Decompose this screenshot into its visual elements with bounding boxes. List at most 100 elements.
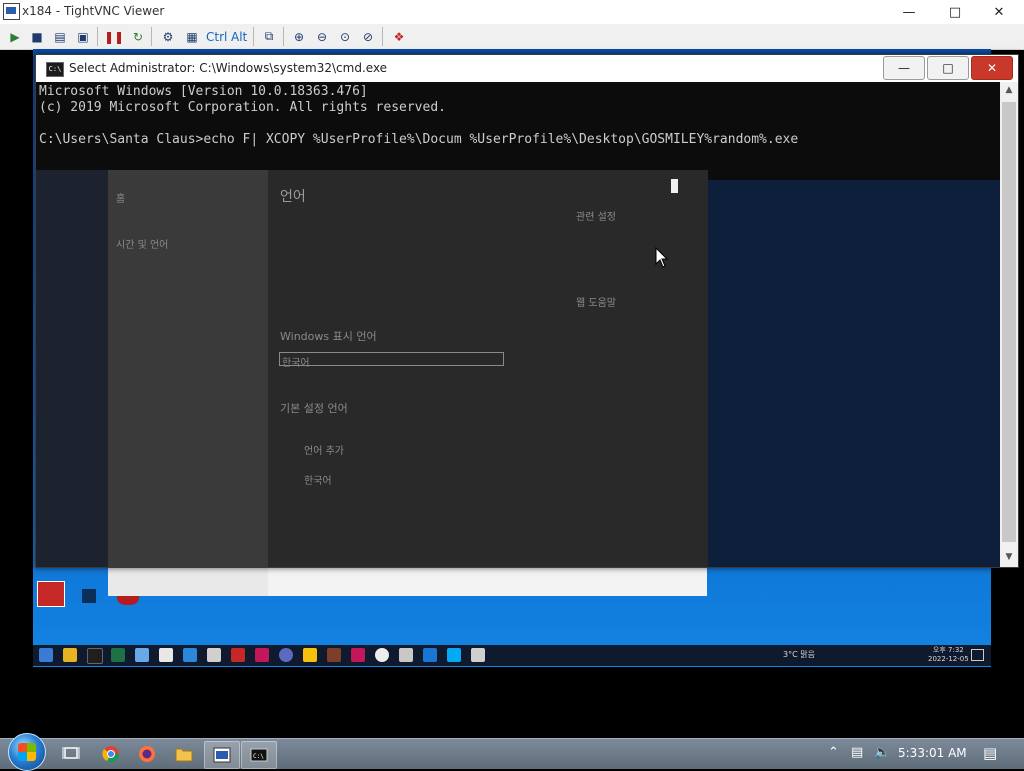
zoom-fit-icon: ⊘ xyxy=(362,29,374,44)
ctrl-alt-del-icon: ⚙ xyxy=(162,29,174,44)
ghost-language-item: 한국어 xyxy=(304,476,332,487)
show-hidden-icons-chevron-icon[interactable]: ⌃ xyxy=(828,745,839,760)
cmd-taskbar-button[interactable]: C:\ xyxy=(241,741,277,769)
app-icon[interactable] xyxy=(399,648,413,662)
cmd-window-title: Select Administrator: C:\Windows\system3… xyxy=(69,61,388,75)
app-icon[interactable] xyxy=(207,648,221,662)
file-explorer-icon[interactable] xyxy=(63,648,77,662)
remote-date: 2022-12-05 xyxy=(928,655,969,663)
cmd-maximize-button[interactable]: □ xyxy=(927,56,969,80)
ghost-add-language: 언어 추가 xyxy=(304,446,344,457)
nc-app-icon[interactable] xyxy=(87,648,103,664)
save-session-button[interactable]: ■ xyxy=(27,27,47,46)
send-ctrl-esc-button[interactable]: ▦ xyxy=(182,27,202,46)
cmd-window: C:\ Select Administrator: C:\Windows\sys… xyxy=(35,54,1019,568)
toolbar-separator xyxy=(97,27,98,46)
chrome-icon[interactable] xyxy=(375,648,389,662)
refresh-button[interactable]: ↻ xyxy=(128,27,148,46)
options-button[interactable]: ▤ xyxy=(50,27,70,46)
folder-icon xyxy=(175,748,193,761)
minimize-icon: — xyxy=(902,4,916,20)
task-view-button[interactable] xyxy=(54,741,88,767)
app-icon[interactable] xyxy=(159,648,173,662)
scroll-down-arrow-icon[interactable]: ▼ xyxy=(1000,549,1018,566)
refresh-icon: ↻ xyxy=(132,29,144,44)
chrome-taskbar-button[interactable] xyxy=(94,741,128,767)
app-icon[interactable] xyxy=(303,648,317,662)
local-taskbar: C:\ ⌃ ▤ 🔈 5:33:01 AM ▤ xyxy=(0,733,1024,771)
ghost-desktop-strip xyxy=(36,170,108,567)
save-icon: ■ xyxy=(31,29,43,44)
cmd-app-icon: C:\ xyxy=(46,62,64,77)
connection-info-button[interactable]: ▣ xyxy=(73,27,93,46)
ghost-settings-window: 홈 시간 및 언어 언어 Windows 표시 언어 한국어 기본 설정 언어 … xyxy=(108,170,708,567)
notification-icon[interactable] xyxy=(971,649,984,661)
remote-clock: 오후 7:32 2022-12-05 xyxy=(928,646,969,664)
scroll-up-arrow-icon[interactable]: ▲ xyxy=(1000,82,1018,99)
zoom-out-button[interactable]: ⊖ xyxy=(312,27,332,46)
desktop-icon[interactable] xyxy=(37,581,65,607)
scrollbar-thumb[interactable] xyxy=(1002,102,1016,542)
app-icon[interactable] xyxy=(423,648,437,662)
ghost-display-language-header: Windows 표시 언어 xyxy=(280,330,377,343)
cmd-minimize-button[interactable]: — xyxy=(883,56,925,80)
console-line: Microsoft Windows [Version 10.0.18363.47… xyxy=(39,84,368,99)
send-ctrl-alt-del-button[interactable]: ⚙ xyxy=(158,27,178,46)
vnc-maximize-button[interactable]: □ xyxy=(932,0,978,24)
remote-time: 오후 7:32 xyxy=(932,646,964,654)
options-icon: ▤ xyxy=(54,29,66,44)
new-connection-button[interactable]: ▶ xyxy=(5,27,25,46)
cmd-close-button[interactable]: ✕ xyxy=(971,56,1013,80)
volume-icon[interactable]: 🔈 xyxy=(874,745,890,760)
app-icon[interactable] xyxy=(255,648,269,662)
app-icon[interactable] xyxy=(351,648,365,662)
app-icon[interactable] xyxy=(279,648,293,662)
app-icon[interactable] xyxy=(183,648,197,662)
firefox-taskbar-button[interactable] xyxy=(130,741,164,767)
app-icon[interactable] xyxy=(327,648,341,662)
clipboard-icon: ⧉ xyxy=(264,29,274,43)
zoom-fit-button[interactable]: ⊘ xyxy=(358,27,378,46)
info-icon: ▣ xyxy=(77,29,89,44)
maximize-icon: □ xyxy=(942,61,954,75)
new-connection-icon: ▶ xyxy=(10,29,20,44)
desktop-icon[interactable] xyxy=(82,589,96,603)
vnc-close-button[interactable]: ✕ xyxy=(976,0,1022,24)
zoom-in-button[interactable]: ⊕ xyxy=(289,27,309,46)
ctrl-key-button[interactable]: Ctrl xyxy=(206,28,227,45)
pause-button[interactable]: ❚❚ xyxy=(104,27,124,46)
maximize-icon: □ xyxy=(948,4,962,20)
minimize-icon: — xyxy=(898,61,910,75)
alt-key-button[interactable]: Alt xyxy=(231,28,247,45)
ghost-web-help: 웹 도움말 xyxy=(576,298,616,309)
fullscreen-button[interactable]: ❖ xyxy=(389,27,409,46)
console-output[interactable]: 홈 시간 및 언어 언어 Windows 표시 언어 한국어 기본 설정 언어 … xyxy=(36,82,1000,567)
local-clock[interactable]: 5:33:01 AM xyxy=(898,746,967,760)
tightvnc-taskbar-button[interactable] xyxy=(204,741,240,769)
remote-weather: 3°C 맑음 xyxy=(783,650,815,659)
app-icon[interactable] xyxy=(447,648,461,662)
vnc-minimize-button[interactable]: — xyxy=(886,0,932,24)
ghost-related-settings: 관련 설정 xyxy=(576,212,616,223)
cmd-titlebar[interactable]: C:\ Select Administrator: C:\Windows\sys… xyxy=(36,55,1018,82)
explorer-taskbar-button[interactable] xyxy=(167,741,201,767)
zoom-100-button[interactable]: ⊙ xyxy=(335,27,355,46)
task-view-icon xyxy=(62,747,80,759)
start-button[interactable] xyxy=(8,733,46,771)
cmd-vertical-scrollbar[interactable]: ▲ ▼ xyxy=(1000,82,1018,567)
close-icon: ✕ xyxy=(986,61,998,75)
toolbar-separator xyxy=(382,27,383,46)
network-icon[interactable]: ▤ xyxy=(851,745,863,760)
remote-start-icon[interactable] xyxy=(39,648,53,662)
console-command-line: C:\Users\Santa Claus>echo F| XCOPY %User… xyxy=(39,132,799,147)
settings-gear-icon[interactable] xyxy=(471,648,485,662)
excel-icon[interactable] xyxy=(111,648,125,662)
app-icon[interactable] xyxy=(135,648,149,662)
app-icon[interactable] xyxy=(231,648,245,662)
ghost-background-app xyxy=(708,180,1000,567)
action-center-icon[interactable]: ▤ xyxy=(983,744,997,762)
transfer-clipboard-button[interactable]: ⧉ xyxy=(259,27,279,46)
vnc-window-title: x184 - TightVNC Viewer xyxy=(22,4,165,18)
ctrl-esc-icon: ▦ xyxy=(186,29,198,44)
vnc-toolbar: ▶ ■ ▤ ▣ ❚❚ ↻ ⚙ ▦ Ctrl Alt ⧉ ⊕ ⊖ ⊙ ⊘ ❖ xyxy=(0,24,1024,50)
